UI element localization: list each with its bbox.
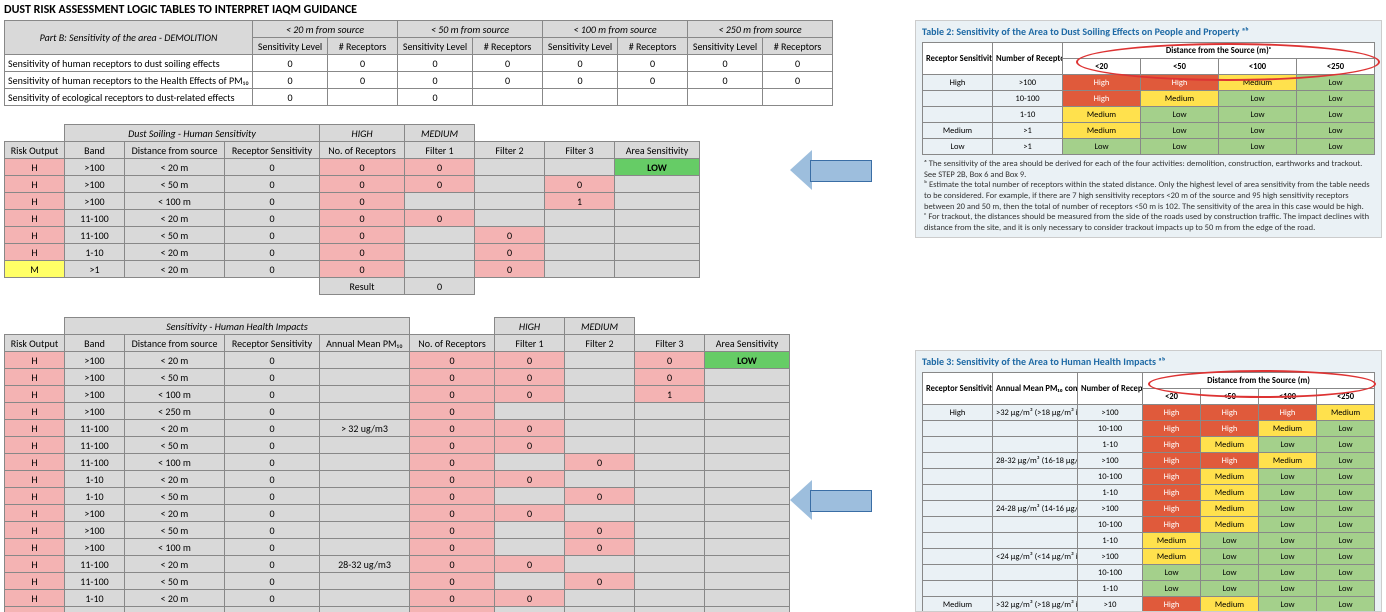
partb-table: Part B: Sensitivity of the area - DEMOLI… <box>4 20 833 106</box>
dust-soiling-table: Dust Soiling - Human SensitivityHIGHMEDI… <box>4 124 700 295</box>
circle-annotation <box>1148 370 1376 398</box>
arrow-left-icon <box>790 480 870 520</box>
arrow-left-icon <box>790 150 870 190</box>
circle-annotation <box>1076 43 1380 81</box>
human-health-table: Sensitivity - Human Health ImpactsHIGHME… <box>4 317 790 612</box>
ref3-title: Table 3: Sensitivity of the Area to Huma… <box>916 351 1381 372</box>
ref2-title: Table 2: Sensitivity of the Area to Dust… <box>916 21 1381 42</box>
ref2-notes: ᵃ The sensitivity of the area should be … <box>916 155 1381 237</box>
page-title: DUST RISK ASSESSMENT LOGIC TABLES TO INT… <box>0 0 1386 20</box>
